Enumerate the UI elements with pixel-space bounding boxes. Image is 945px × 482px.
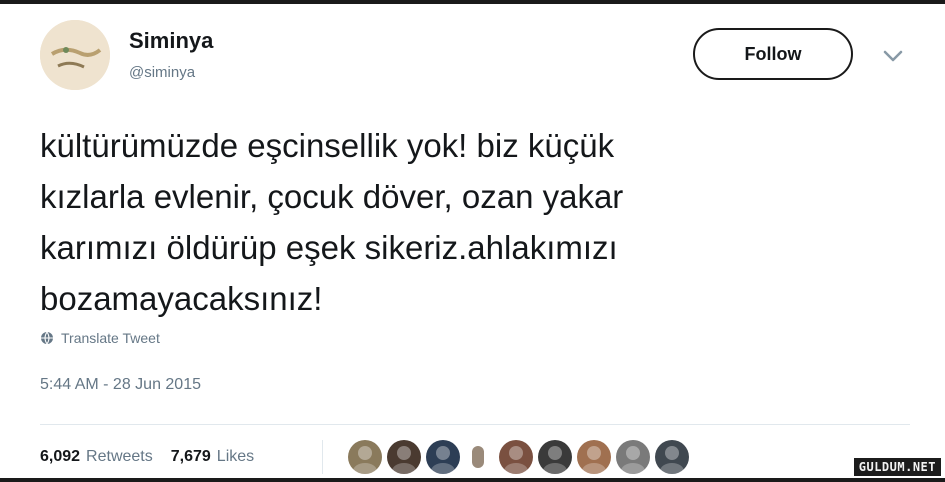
liker-avatar[interactable]: [426, 440, 460, 474]
follow-button[interactable]: Follow: [693, 28, 853, 80]
retweets-count[interactable]: 6,092: [40, 448, 80, 466]
liker-avatars: [348, 440, 694, 474]
liker-avatar[interactable]: [616, 440, 650, 474]
frame-bottom-border: [0, 478, 945, 482]
globe-icon: [41, 331, 53, 345]
likes-count[interactable]: 7,679: [171, 448, 211, 466]
liker-avatar[interactable]: [387, 440, 421, 474]
liker-avatar[interactable]: [499, 440, 533, 474]
likes-label[interactable]: Likes: [217, 448, 254, 466]
liker-avatar[interactable]: [538, 440, 572, 474]
retweets-label[interactable]: Retweets: [86, 448, 153, 466]
stats-separator: [322, 440, 323, 474]
author-display-name[interactable]: Siminya: [129, 28, 213, 54]
avatar-image: [40, 20, 110, 90]
follow-button-label: Follow: [744, 43, 802, 64]
translate-tweet-label: Translate Tweet: [61, 330, 160, 346]
liker-avatar[interactable]: [348, 440, 382, 474]
tweet-stats: 6,092 Retweets 7,679 Likes: [40, 448, 254, 466]
watermark: GULDUM.NET: [853, 458, 941, 476]
author-avatar[interactable]: [40, 20, 110, 90]
liker-avatar[interactable]: [577, 440, 611, 474]
liker-avatar[interactable]: [472, 446, 484, 468]
tweet-timestamp[interactable]: 5:44 AM - 28 Jun 2015: [40, 376, 201, 394]
liker-avatar[interactable]: [655, 440, 689, 474]
author-handle[interactable]: @siminya: [129, 64, 195, 81]
translate-tweet-link[interactable]: Translate Tweet: [40, 330, 160, 346]
chevron-down-icon[interactable]: [880, 46, 906, 66]
divider: [40, 424, 910, 425]
tweet-text: kültürümüzde eşcinsellik yok! biz küçük …: [40, 127, 624, 317]
frame-top-border: [0, 0, 945, 4]
